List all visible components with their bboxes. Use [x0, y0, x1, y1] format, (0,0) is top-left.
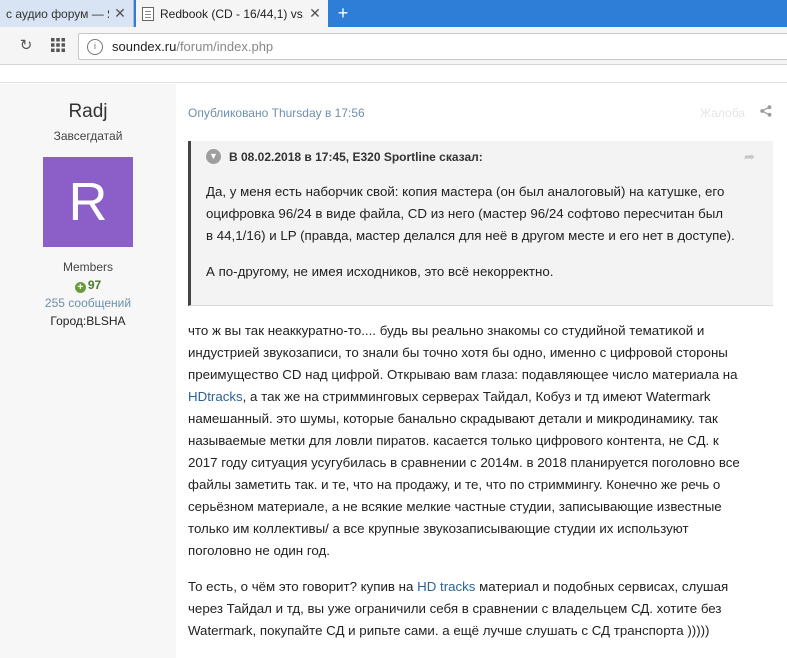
page-header-strip: [0, 65, 787, 83]
forum-post-area: Radj Завсегдатай R Members +97 255 сообщ…: [0, 84, 787, 658]
author-name[interactable]: Radj: [0, 101, 176, 123]
hd-tracks-link[interactable]: HD tracks: [417, 579, 475, 594]
quote-citation[interactable]: В 08.02.2018 в 17:45, E320 Sportline ска…: [229, 150, 483, 164]
browser-toolbar: ↻ i soundex.ru/forum/index.php: [0, 27, 787, 65]
chevron-down-icon[interactable]: ▼: [206, 149, 221, 164]
apps-grid-svg: [51, 38, 65, 52]
url-path: /forum/index.php: [176, 39, 274, 54]
post-line: преимущество CD над цифрой. Открываю вам…: [188, 367, 738, 382]
post-line: 2017 году ситуация усугубилась в сравнен…: [188, 455, 740, 470]
post-line: То есть, о чём это говорит? купив на HD …: [188, 576, 778, 598]
quote-line: в 44,1/16) и LP (правда, мастер делался …: [206, 228, 735, 243]
post-line: файлы заметить так. и те, что на продажу…: [188, 477, 721, 492]
close-tab-icon[interactable]: ✕: [308, 5, 322, 22]
browser-tab-bar: с аудио форум — Янд ✕ Redbook (CD - 16/4…: [0, 0, 787, 27]
author-group: Members: [62, 260, 113, 274]
share-icon[interactable]: [760, 105, 772, 120]
quote-line: Да, у меня есть наборчик свой: копия мас…: [206, 184, 725, 199]
author-rank: Завсегдатай: [53, 129, 123, 143]
browser-tab[interactable]: с аудио форум — Янд ✕: [0, 0, 134, 27]
quote-line: А по-другому, не имея исходников, это вс…: [206, 264, 554, 279]
tab-title: Redbook (CD - 16/44,1) vs. H: [160, 6, 304, 21]
post-line: только им коллективы/ а все крупные звук…: [188, 521, 689, 536]
author-post-count: 255 сообщений: [44, 296, 132, 310]
apps-grid-icon[interactable]: [50, 38, 66, 54]
post-line: серьёзном материале, а не всякие мелкие …: [188, 499, 722, 514]
page-favicon-icon: [142, 6, 154, 21]
page-info-icon[interactable]: i: [87, 38, 103, 55]
tab-title: с аудио форум — Янд: [6, 6, 109, 21]
reputation-value: 97: [87, 278, 102, 292]
report-link[interactable]: Жалоба: [700, 106, 745, 120]
post-line: поголовно не один год.: [188, 543, 330, 558]
browser-tab-active[interactable]: Redbook (CD - 16/44,1) vs. H ✕: [136, 0, 328, 27]
reload-icon[interactable]: ↻: [18, 38, 34, 54]
post-text: То есть, о чём это говорит? купив на: [188, 579, 418, 594]
quote-line: оцифровка 96/24 в виде файла, CD из него…: [206, 206, 724, 221]
url-text: soundex.ru/forum/index.php: [112, 39, 273, 54]
author-reputation: +97: [0, 278, 176, 293]
close-tab-icon[interactable]: ✕: [113, 5, 127, 22]
quote-block: ▼ В 08.02.2018 в 17:45, E320 Sportline с…: [188, 141, 773, 306]
post-content: Опубликовано Thursday в 17:56 Жалоба ▼ В…: [176, 84, 787, 658]
post-text: материал и подобных сервисах, слушая: [475, 579, 729, 594]
post-line: через Тайдал и тд, вы уже ограничили себ…: [188, 601, 722, 616]
post-text: , а так же на стримминговых серверах Тай…: [242, 389, 711, 404]
url-domain: soundex.ru: [112, 39, 177, 54]
avatar[interactable]: R: [43, 157, 133, 247]
post-line: называемые метки для ловли пиратов. каса…: [188, 433, 719, 448]
author-city: Город:BLSHA: [50, 314, 126, 328]
hdtracks-link[interactable]: HDtracks: [188, 389, 243, 404]
post-author-panel: Radj Завсегдатай R Members +97 255 сообщ…: [0, 84, 176, 658]
post-timestamp[interactable]: Опубликовано Thursday в 17:56: [188, 106, 365, 120]
address-bar[interactable]: i soundex.ru/forum/index.php: [78, 33, 787, 60]
share-svg: [760, 105, 772, 117]
post-line: индустрией звукозаписи, то знали бы точн…: [188, 345, 728, 360]
new-tab-button[interactable]: +: [332, 4, 354, 22]
quote-share-icon[interactable]: ➦: [744, 149, 755, 165]
quote-header: ▼ В 08.02.2018 в 17:45, E320 Sportline с…: [206, 149, 483, 164]
plus-circle-icon: +: [74, 282, 86, 293]
post-line: HDtracks, а так же на стримминговых серв…: [188, 386, 778, 408]
post-line: что ж вы так неаккуратно-то.... будь вы …: [188, 323, 705, 338]
post-line: Watermark, покупайте СД и рипьте сами. а…: [188, 623, 710, 638]
post-line: намешанный. это шумы, которые банально с…: [188, 411, 718, 426]
